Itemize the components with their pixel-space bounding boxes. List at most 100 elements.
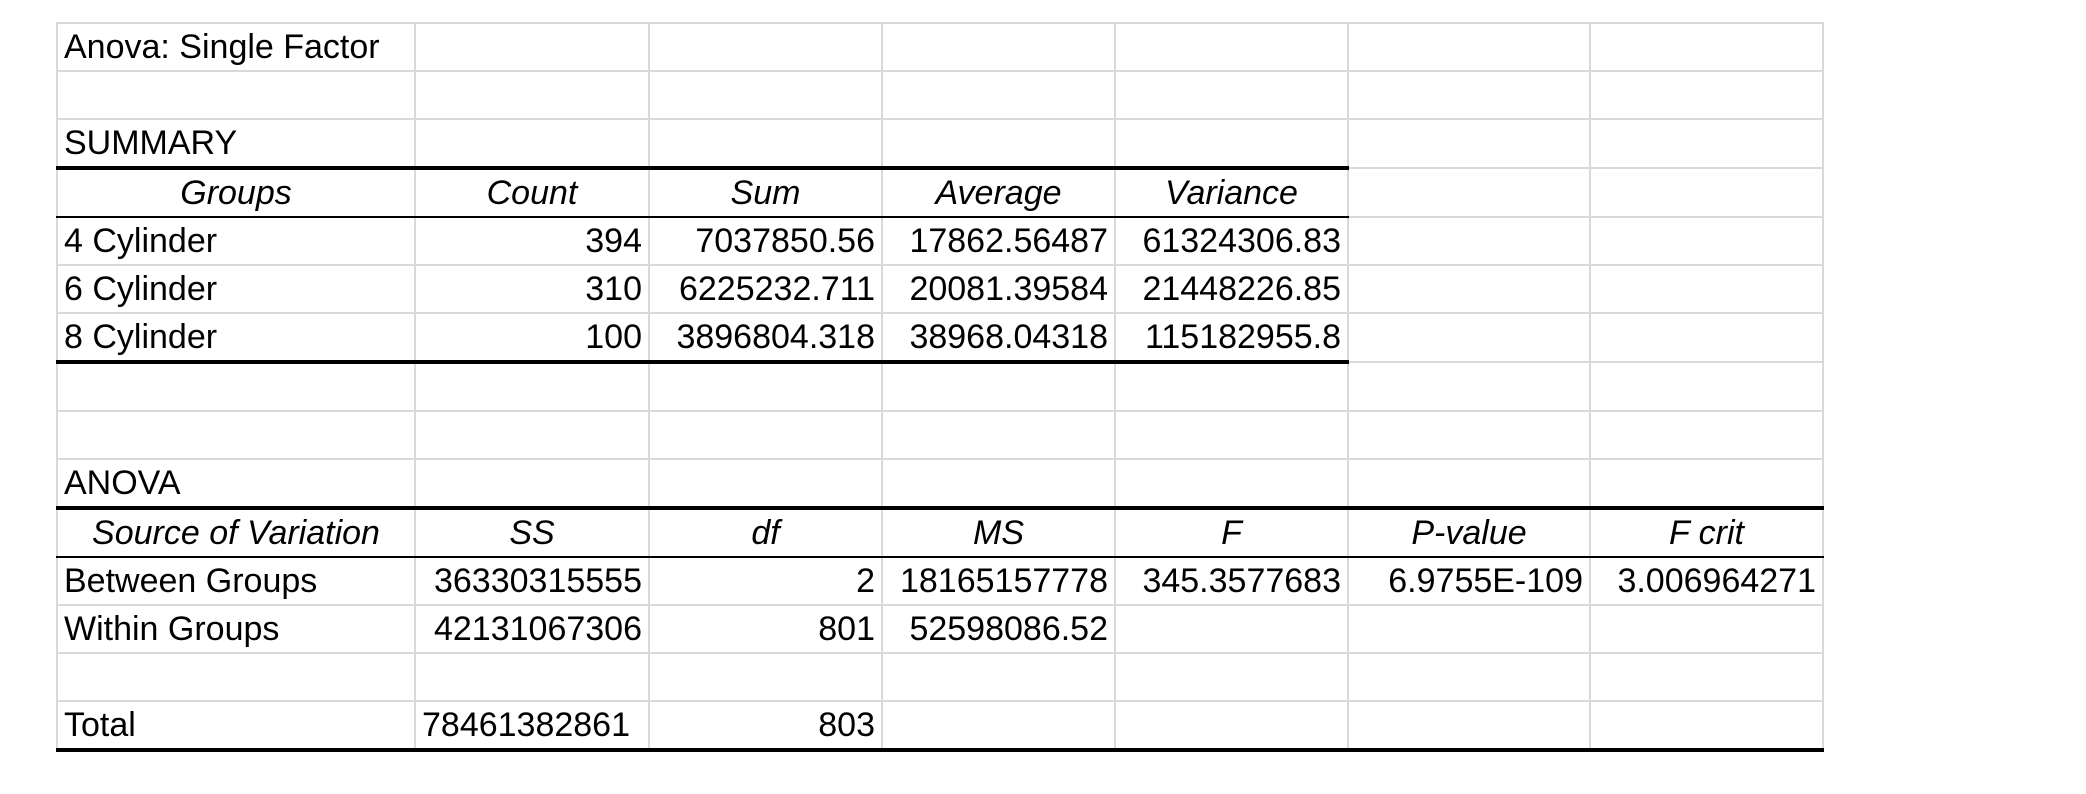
anova-ss[interactable]: 78461382861 — [414, 700, 650, 752]
cell[interactable] — [1347, 652, 1591, 702]
cell[interactable] — [1589, 216, 1824, 266]
anova-df[interactable]: 801 — [648, 604, 883, 654]
anova-ss[interactable]: 36330315555 — [414, 556, 650, 606]
cell[interactable] — [648, 652, 883, 702]
cell[interactable] — [414, 458, 650, 510]
summary-count[interactable]: 100 — [414, 312, 650, 364]
cell[interactable] — [1114, 118, 1349, 170]
summary-average[interactable]: 38968.04318 — [881, 312, 1116, 364]
cell[interactable] — [414, 410, 650, 460]
summary-sum[interactable]: 6225232.711 — [648, 264, 883, 314]
anova-ss[interactable]: 42131067306 — [414, 604, 650, 654]
cell[interactable] — [56, 652, 416, 702]
cell[interactable] — [1347, 22, 1591, 72]
cell[interactable] — [1347, 70, 1591, 120]
summary-count[interactable]: 394 — [414, 216, 650, 266]
anova-source[interactable]: Between Groups — [56, 556, 416, 606]
anova-header-f-crit[interactable]: F crit — [1589, 507, 1824, 558]
summary-header-variance[interactable]: Variance — [1114, 167, 1349, 218]
summary-count[interactable]: 310 — [414, 264, 650, 314]
summary-variance[interactable]: 21448226.85 — [1114, 264, 1349, 314]
cell[interactable] — [1347, 216, 1591, 266]
cell[interactable] — [1589, 652, 1824, 702]
anova-df[interactable]: 2 — [648, 556, 883, 606]
anova-f[interactable] — [1114, 604, 1349, 654]
cell[interactable] — [648, 70, 883, 120]
anova-source[interactable]: Within Groups — [56, 604, 416, 654]
cell[interactable] — [648, 22, 883, 72]
cell[interactable] — [881, 652, 1116, 702]
cell[interactable] — [414, 70, 650, 120]
cell[interactable] — [1114, 22, 1349, 72]
cell[interactable] — [648, 118, 883, 170]
cell[interactable] — [881, 458, 1116, 510]
summary-average[interactable]: 20081.39584 — [881, 264, 1116, 314]
cell[interactable] — [1589, 361, 1824, 412]
anova-p-value[interactable] — [1347, 700, 1591, 752]
anova-ms[interactable]: 18165157778 — [881, 556, 1116, 606]
anova-p-value[interactable]: 6.9755E-109 — [1347, 556, 1591, 606]
cell[interactable] — [1114, 361, 1349, 412]
cell[interactable] — [881, 70, 1116, 120]
summary-sum[interactable]: 7037850.56 — [648, 216, 883, 266]
cell[interactable] — [1347, 264, 1591, 314]
title-cell[interactable]: Anova: Single Factor — [56, 22, 416, 72]
cell[interactable] — [1589, 167, 1824, 218]
cell[interactable] — [414, 361, 650, 412]
summary-group-name[interactable]: 4 Cylinder — [56, 216, 416, 266]
summary-header-average[interactable]: Average — [881, 167, 1116, 218]
anova-header-source[interactable]: Source of Variation — [56, 507, 416, 558]
cell[interactable] — [881, 22, 1116, 72]
cell[interactable] — [414, 652, 650, 702]
cell[interactable] — [881, 410, 1116, 460]
summary-header-groups[interactable]: Groups — [56, 167, 416, 218]
anova-f-crit[interactable]: 3.006964271 — [1589, 556, 1824, 606]
summary-average[interactable]: 17862.56487 — [881, 216, 1116, 266]
anova-header-p-value[interactable]: P-value — [1347, 507, 1591, 558]
cell[interactable] — [1347, 361, 1591, 412]
anova-p-value[interactable] — [1347, 604, 1591, 654]
cell[interactable] — [648, 458, 883, 510]
cell[interactable] — [1589, 118, 1824, 169]
summary-variance[interactable]: 115182955.8 — [1114, 312, 1349, 364]
cell[interactable] — [1347, 458, 1591, 510]
summary-label[interactable]: SUMMARY — [56, 118, 416, 170]
anova-header-f[interactable]: F — [1114, 507, 1349, 558]
cell[interactable] — [881, 118, 1116, 170]
cell[interactable] — [56, 410, 416, 460]
anova-f[interactable] — [1114, 700, 1349, 752]
cell[interactable] — [1347, 312, 1591, 363]
cell[interactable] — [1114, 410, 1349, 460]
cell[interactable] — [56, 361, 416, 412]
anova-f-crit[interactable] — [1589, 604, 1824, 654]
cell[interactable] — [1114, 458, 1349, 510]
anova-f-crit[interactable] — [1589, 700, 1824, 752]
cell[interactable] — [1114, 652, 1349, 702]
summary-variance[interactable]: 61324306.83 — [1114, 216, 1349, 266]
anova-source[interactable]: Total — [56, 700, 416, 752]
cell[interactable] — [1589, 458, 1824, 510]
cell[interactable] — [1589, 70, 1824, 120]
anova-ms[interactable] — [881, 700, 1116, 752]
cell[interactable] — [1589, 410, 1824, 460]
anova-header-ss[interactable]: SS — [414, 507, 650, 558]
cell[interactable] — [414, 118, 650, 170]
cell[interactable] — [648, 410, 883, 460]
anova-ms[interactable]: 52598086.52 — [881, 604, 1116, 654]
cell[interactable] — [1589, 312, 1824, 363]
cell[interactable] — [1589, 264, 1824, 314]
anova-df[interactable]: 803 — [648, 700, 883, 752]
cell[interactable] — [881, 361, 1116, 412]
anova-label[interactable]: ANOVA — [56, 458, 416, 510]
cell[interactable] — [56, 70, 416, 120]
cell[interactable] — [1114, 70, 1349, 120]
cell[interactable] — [414, 22, 650, 72]
cell[interactable] — [1347, 167, 1591, 218]
anova-header-df[interactable]: df — [648, 507, 883, 558]
cell[interactable] — [1347, 410, 1591, 460]
anova-header-ms[interactable]: MS — [881, 507, 1116, 558]
cell[interactable] — [648, 361, 883, 412]
summary-group-name[interactable]: 6 Cylinder — [56, 264, 416, 314]
anova-f[interactable]: 345.3577683 — [1114, 556, 1349, 606]
summary-group-name[interactable]: 8 Cylinder — [56, 312, 416, 364]
